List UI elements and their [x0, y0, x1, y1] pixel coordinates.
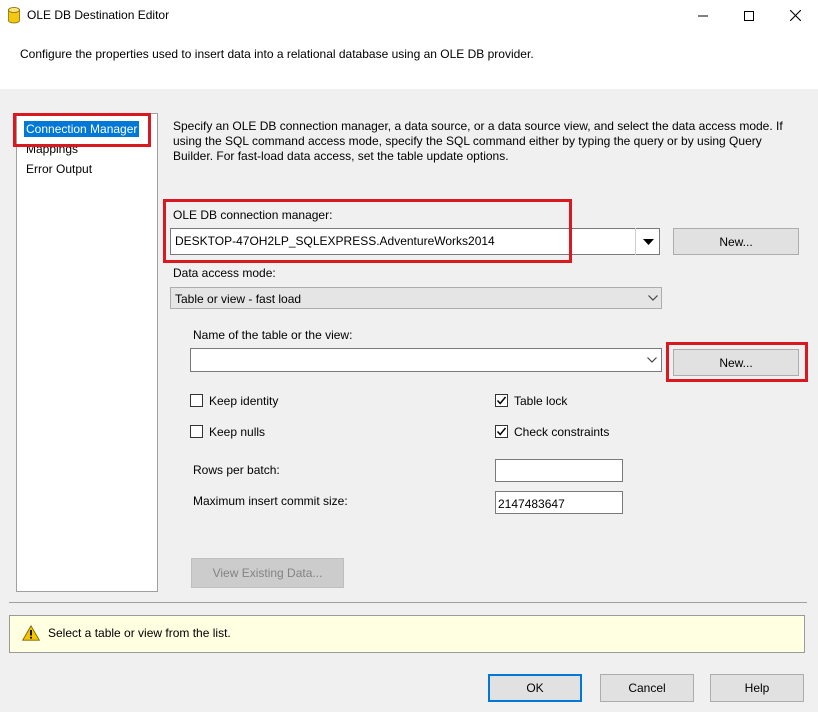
warning-icon: [22, 625, 40, 641]
table-name-combo[interactable]: [190, 348, 662, 372]
table-name-label: Name of the table or the view:: [193, 328, 353, 342]
data-access-mode-label: Data access mode:: [173, 266, 276, 280]
message-text: Select a table or view from the list.: [48, 626, 231, 640]
connection-manager-value: DESKTOP-47OH2LP_SQLEXPRESS.AdventureWork…: [175, 234, 495, 248]
rows-per-batch-input[interactable]: [495, 459, 623, 482]
max-commit-input[interactable]: 2147483647: [495, 491, 623, 514]
cancel-button[interactable]: Cancel: [600, 674, 694, 702]
message-bar: Select a table or view from the list.: [9, 615, 805, 653]
connection-dropdown-button[interactable]: [635, 228, 660, 255]
data-access-mode-combo[interactable]: Table or view - fast load: [170, 287, 662, 309]
maximize-icon: [744, 10, 754, 21]
rows-per-batch-label: Rows per batch:: [193, 463, 280, 477]
data-access-mode-value: Table or view - fast load: [175, 292, 302, 306]
checkmark-icon: [496, 427, 507, 436]
main-description: Specify an OLE DB connection manager, a …: [173, 119, 783, 163]
max-commit-label: Maximum insert commit size:: [193, 494, 348, 508]
check-constraints-label: Check constraints: [514, 425, 610, 439]
ok-button[interactable]: OK: [488, 674, 582, 702]
maximize-button[interactable]: [726, 0, 772, 31]
table-lock-label: Table lock: [514, 394, 568, 408]
title-bar: OLE DB Destination Editor: [0, 0, 818, 31]
minimize-button[interactable]: [680, 0, 726, 31]
view-existing-data-button[interactable]: View Existing Data...: [191, 558, 344, 588]
chevron-down-icon: [647, 357, 657, 363]
chevron-down-icon: [648, 295, 658, 301]
connection-manager-label: OLE DB connection manager:: [173, 208, 333, 222]
header-panel: Configure the properties used to insert …: [0, 31, 818, 89]
minimize-icon: [698, 15, 708, 16]
new-connection-button[interactable]: New...: [673, 228, 799, 255]
window-title: OLE DB Destination Editor: [27, 8, 170, 22]
check-constraints-checkbox[interactable]: [495, 425, 508, 438]
help-button[interactable]: Help: [710, 674, 804, 702]
keep-identity-checkbox[interactable]: [190, 394, 203, 407]
nav-item-error-output[interactable]: Error Output: [24, 161, 94, 177]
keep-nulls-checkbox[interactable]: [190, 425, 203, 438]
close-button[interactable]: [772, 0, 818, 31]
new-table-button[interactable]: New...: [673, 349, 799, 376]
dropdown-arrow-icon: [642, 238, 654, 245]
left-nav: Connection Manager Mappings Error Output: [16, 113, 158, 592]
table-lock-checkbox[interactable]: [495, 394, 508, 407]
nav-item-connection-manager[interactable]: Connection Manager: [24, 121, 140, 137]
checkmark-icon: [496, 396, 507, 405]
separator-line: [9, 602, 807, 603]
keep-nulls-label: Keep nulls: [209, 425, 266, 439]
nav-item-mappings[interactable]: Mappings: [24, 141, 80, 157]
connection-manager-combo[interactable]: DESKTOP-47OH2LP_SQLEXPRESS.AdventureWork…: [170, 228, 660, 255]
database-icon: [8, 7, 20, 24]
keep-identity-label: Keep identity: [209, 394, 279, 408]
header-description: Configure the properties used to insert …: [20, 47, 534, 61]
close-icon: [789, 10, 801, 21]
